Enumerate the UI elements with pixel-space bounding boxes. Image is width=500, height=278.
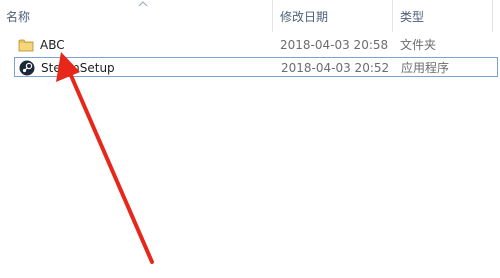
annotation-arrow-shaft xyxy=(64,62,154,264)
folder-icon xyxy=(18,39,34,52)
file-name: SteamSetup xyxy=(41,61,115,75)
file-row[interactable]: SteamSetup 2018-04-03 20:52 应用程序 xyxy=(14,57,498,77)
column-separator[interactable] xyxy=(392,0,393,32)
column-header-bar: 名称 修改日期 类型 xyxy=(0,0,500,32)
column-header-modified[interactable]: 修改日期 xyxy=(280,8,328,26)
file-modified-date: 2018-04-03 20:58 xyxy=(280,38,389,52)
column-header-name[interactable]: 名称 xyxy=(6,8,30,26)
column-header-type[interactable]: 类型 xyxy=(400,8,424,26)
file-type: 应用程序 xyxy=(401,61,450,75)
file-name: ABC xyxy=(40,38,65,52)
column-separator[interactable] xyxy=(492,0,493,32)
file-type: 文件夹 xyxy=(400,38,437,52)
column-separator[interactable] xyxy=(272,0,273,32)
file-row[interactable]: ABC 2018-04-03 20:58 文件夹 xyxy=(14,35,500,55)
sort-ascending-icon xyxy=(138,1,148,7)
file-modified-date: 2018-04-03 20:52 xyxy=(281,61,390,75)
steam-icon xyxy=(19,60,35,76)
